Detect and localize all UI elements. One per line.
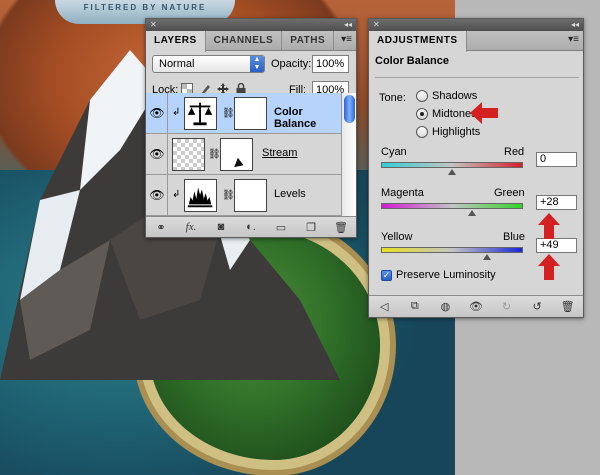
slider-left-label: Cyan xyxy=(381,146,407,158)
slider-left-label: Yellow xyxy=(381,231,413,243)
slider-right-label: Red xyxy=(504,146,525,158)
fx-icon[interactable]: fx. xyxy=(182,221,200,233)
reset-icon[interactable]: ↺ xyxy=(528,300,546,313)
slider-right-label: Blue xyxy=(503,231,526,243)
cyan-red-input[interactable]: 0 xyxy=(536,152,577,167)
histogram-thumbnail-icon xyxy=(184,179,217,212)
collapse-icon[interactable]: ◂◂ xyxy=(571,19,579,31)
magenta-green-slider[interactable] xyxy=(381,203,523,209)
tone-label: Tone: xyxy=(379,92,406,104)
layer-row-levels[interactable]: 👁 ↲ ⛓ Levels xyxy=(146,175,342,216)
clip-arrow-icon: ↲ xyxy=(172,107,181,118)
expand-view-icon[interactable]: ⧉ xyxy=(406,300,424,313)
radio-shadows-label[interactable]: Shadows xyxy=(432,90,477,102)
trash-icon[interactable]: 🗑 xyxy=(332,221,350,234)
slider-knob[interactable] xyxy=(482,254,491,260)
adjustments-tabbar: ADJUSTMENTS ▾≡ xyxy=(369,31,583,52)
visibility-toggle[interactable]: 👁 xyxy=(146,93,168,133)
annotation-arrow-icon xyxy=(470,102,498,124)
layer-mask-thumbnail[interactable] xyxy=(234,179,267,212)
slider-knob[interactable] xyxy=(448,169,456,175)
adjustment-title: Color Balance xyxy=(375,55,449,67)
layers-list: 👁 ↲ ⛓ Color Balance 👁 ⛓ Stream 👁 ↲ ⛓ Lev… xyxy=(146,93,342,217)
layer-mask-thumbnail[interactable] xyxy=(234,97,267,130)
mask-icon[interactable]: ◙ xyxy=(212,221,230,233)
layer-row-color-balance[interactable]: 👁 ↲ ⛓ Color Balance xyxy=(146,93,342,134)
radio-shadows[interactable] xyxy=(416,90,428,102)
balance-thumbnail-icon xyxy=(184,97,217,130)
radio-highlights[interactable] xyxy=(416,126,428,138)
adjustments-bottom-bar: ◁ ⧉ ◍ 👁 ↻ ↺ 🗑 xyxy=(369,295,583,317)
clip-layer-icon[interactable]: ◍ xyxy=(436,300,454,313)
blend-row: Normal ▲ ▼ Opacity: 100% xyxy=(146,51,356,77)
layer-name[interactable]: Stream xyxy=(262,147,297,159)
scrollbar-thumb[interactable] xyxy=(344,95,355,123)
eye-icon: 👁 xyxy=(149,147,165,161)
bottle-label: FILTERED BY NATURE xyxy=(83,3,207,12)
panel-title-bar[interactable]: ✕ ◂◂ xyxy=(146,19,356,31)
close-icon[interactable]: ✕ xyxy=(373,19,380,31)
cyan-red-slider[interactable] xyxy=(381,162,523,168)
group-icon[interactable]: ▭ xyxy=(272,221,290,234)
opacity-input[interactable]: 100% xyxy=(312,55,349,73)
tab-adjustments[interactable]: ADJUSTMENTS xyxy=(369,31,467,52)
link-icon[interactable]: ⚭ xyxy=(152,221,170,234)
annotation-arrow-icon xyxy=(538,213,560,239)
collapse-icon[interactable]: ◂◂ xyxy=(344,19,352,31)
eye-icon: 👁 xyxy=(149,188,165,202)
tab-paths[interactable]: PATHS xyxy=(282,31,335,51)
annotation-arrow-icon xyxy=(538,254,560,280)
back-arrow-icon[interactable]: ◁ xyxy=(375,300,393,313)
visibility-eye-icon[interactable]: 👁 xyxy=(467,300,485,313)
panel-menu-icon[interactable]: ▾≡ xyxy=(341,34,352,45)
photoshop-workspace: FILTERED BY NATURE ✕ ◂◂ LAYERS CHANNELS … xyxy=(0,0,600,475)
magenta-green-value: +28 xyxy=(540,196,559,208)
layer-row-stream[interactable]: 👁 ⛓ Stream xyxy=(146,134,342,175)
slider-left-label: Magenta xyxy=(381,187,424,199)
layers-tabbar: LAYERS CHANNELS PATHS ▾≡ xyxy=(146,31,356,52)
magenta-green-input[interactable]: +28 xyxy=(536,195,577,210)
blend-mode-select[interactable]: Normal ▲ ▼ xyxy=(152,55,265,73)
panel-menu-icon[interactable]: ▾≡ xyxy=(568,34,579,45)
layer-name[interactable]: Color Balance xyxy=(274,106,342,130)
chain-icon[interactable]: ⛓ xyxy=(222,190,235,201)
yellow-blue-slider[interactable] xyxy=(381,247,523,253)
adjustment-icon[interactable]: ◐. xyxy=(242,221,260,233)
layers-scrollbar[interactable] xyxy=(341,93,356,217)
layer-name[interactable]: Levels xyxy=(274,188,306,200)
yellow-blue-input[interactable]: +49 xyxy=(536,238,577,253)
visibility-toggle[interactable]: 👁 xyxy=(146,175,168,215)
tab-channels[interactable]: CHANNELS xyxy=(206,31,283,51)
preserve-luminosity-label[interactable]: Preserve Luminosity xyxy=(396,269,496,281)
chain-icon[interactable]: ⛓ xyxy=(208,149,221,160)
layer-thumbnail xyxy=(172,138,205,171)
layer-mask-thumbnail[interactable] xyxy=(220,138,253,171)
chevron-updown-icon: ▲ ▼ xyxy=(250,56,264,72)
cyan-red-value: 0 xyxy=(540,153,547,165)
close-icon[interactable]: ✕ xyxy=(150,19,157,31)
eye-icon: 👁 xyxy=(149,106,165,120)
visibility-toggle[interactable]: 👁 xyxy=(146,134,168,174)
preserve-luminosity-checkbox[interactable]: ✓ xyxy=(381,270,392,281)
slider-right-label: Green xyxy=(494,187,525,199)
layers-bottom-bar: ⚭ fx. ◙ ◐. ▭ ❐ 🗑 xyxy=(146,216,356,237)
opacity-label: Opacity: xyxy=(271,58,312,70)
chain-icon[interactable]: ⛓ xyxy=(222,108,235,119)
radio-midtones[interactable] xyxy=(416,108,428,120)
opacity-value: 100% xyxy=(316,58,345,70)
new-layer-icon[interactable]: ❐ xyxy=(302,221,320,234)
panel-title-bar[interactable]: ✕ ◂◂ xyxy=(369,19,583,31)
clip-arrow-icon: ↲ xyxy=(172,189,181,200)
divider xyxy=(375,77,579,78)
tab-layers[interactable]: LAYERS xyxy=(146,31,206,52)
layers-panel: ✕ ◂◂ LAYERS CHANNELS PATHS ▾≡ Normal ▲ ▼ … xyxy=(145,18,357,238)
view-previous-icon[interactable]: ↻ xyxy=(498,300,516,313)
yellow-blue-value: +49 xyxy=(540,239,559,251)
trash-icon[interactable]: 🗑 xyxy=(559,300,577,313)
radio-highlights-label[interactable]: Highlights xyxy=(432,126,480,138)
blend-mode-value: Normal xyxy=(159,58,195,70)
slider-knob[interactable] xyxy=(467,210,476,216)
